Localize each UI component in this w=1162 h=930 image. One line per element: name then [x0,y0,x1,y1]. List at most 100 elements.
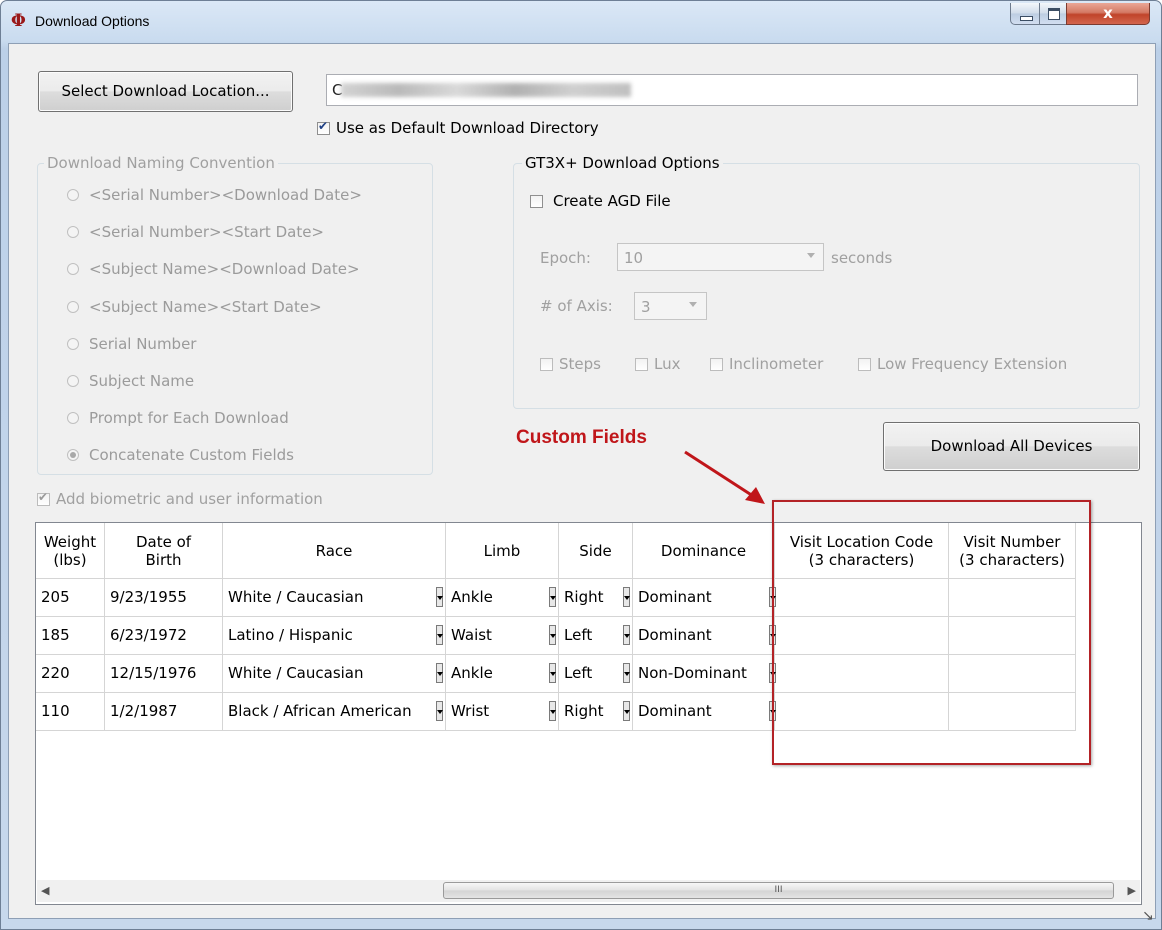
visit-number-cell[interactable] [949,579,1076,617]
column-header-weight[interactable]: Weight (lbs) [36,523,105,579]
download-all-devices-button[interactable]: Download All Devices [883,422,1140,471]
weight-cell[interactable]: 185 [36,617,105,655]
column-header-visit-location-code[interactable]: Visit Location Code (3 characters) [775,523,949,579]
visit-location-code-cell[interactable] [775,693,949,731]
column-header-side[interactable]: Side [559,523,633,579]
visit-number-cell[interactable] [949,693,1076,731]
visit-number-cell[interactable] [949,655,1076,693]
biometric-row[interactable]: Add biometric and user information [37,490,323,508]
limb-dropdown-icon[interactable] [549,587,556,607]
inclinometer-checkbox[interactable] [710,358,723,371]
resize-grip-icon[interactable]: ↘ [1142,908,1154,924]
column-header-dominance[interactable]: Dominance [633,523,775,579]
limb-dropdown-icon[interactable] [549,625,556,645]
naming-option[interactable]: Serial Number [67,335,196,353]
naming-option[interactable]: Subject Name [67,372,194,390]
side-dropdown-icon[interactable] [623,587,630,607]
race-dropdown-icon[interactable] [436,663,443,683]
naming-option[interactable]: <Subject Name><Download Date> [67,260,360,278]
visit-location-code-cell[interactable] [775,655,949,693]
naming-option[interactable]: <Subject Name><Start Date> [67,298,322,316]
create-agd-row[interactable]: Create AGD File [530,192,671,210]
radio-icon[interactable] [67,338,79,350]
side-cell[interactable]: Right [559,693,633,731]
use-default-directory-checkbox[interactable] [317,119,330,135]
subject-data-grid[interactable]: Weight (lbs) Date of Birth Race Limb Side … [35,522,1142,905]
download-location-input[interactable]: C [326,74,1138,106]
low-frequency-extension-checkbox[interactable] [858,358,871,371]
scroll-left-icon[interactable]: ◀ [41,884,55,898]
radio-icon[interactable] [67,412,79,424]
window: Φ Download Options x Select Download Loc… [0,0,1162,930]
dominance-cell[interactable]: Dominant [633,617,775,655]
race-dropdown-icon[interactable] [436,701,443,721]
scroll-right-icon[interactable]: ▶ [1122,884,1136,898]
radio-icon[interactable] [67,375,79,387]
axis-select[interactable]: 3 [634,292,707,320]
limb-dropdown-icon[interactable] [549,663,556,683]
naming-option-selected[interactable]: Concatenate Custom Fields [67,446,294,464]
naming-option[interactable]: <Serial Number><Start Date> [67,223,324,241]
race-cell[interactable]: White / Caucasian [223,655,446,693]
radio-icon[interactable] [67,263,79,275]
visit-number-cell[interactable] [949,617,1076,655]
dominance-cell[interactable]: Dominant [633,579,775,617]
scrollbar-thumb[interactable]: III [443,882,1114,899]
race-dropdown-icon[interactable] [436,587,443,607]
race-cell[interactable]: Black / African American [223,693,446,731]
side-cell[interactable]: Left [559,655,633,693]
side-dropdown-icon[interactable] [623,663,630,683]
use-default-directory-row[interactable]: Use as Default Download Directory [317,119,599,137]
column-header-limb[interactable]: Limb [446,523,559,579]
limb-dropdown-icon[interactable] [549,701,556,721]
epoch-select[interactable]: 10 [617,243,824,271]
lux-checkbox[interactable] [635,358,648,371]
biometric-checkbox[interactable] [37,490,50,506]
visit-location-code-cell[interactable] [775,579,949,617]
limb-cell[interactable]: Ankle [446,655,559,693]
race-cell[interactable]: Latino / Hispanic [223,617,446,655]
radio-icon[interactable] [67,301,79,313]
limb-cell[interactable]: Ankle [446,579,559,617]
select-download-location-button[interactable]: Select Download Location... [38,71,293,112]
side-cell[interactable]: Right [559,579,633,617]
dominance-cell[interactable]: Dominant [633,693,775,731]
naming-convention-legend: Download Naming Convention [44,154,278,172]
dominance-cell[interactable]: Non-Dominant [633,655,775,693]
maximize-button[interactable] [1039,3,1067,25]
create-agd-checkbox[interactable] [530,195,543,208]
weight-cell[interactable]: 110 [36,693,105,731]
weight-cell[interactable]: 220 [36,655,105,693]
column-header-race[interactable]: Race [223,523,446,579]
side-dropdown-icon[interactable] [623,701,630,721]
race-cell[interactable]: White / Caucasian [223,579,446,617]
radio-icon[interactable] [67,226,79,238]
column-header-visit-number[interactable]: Visit Number (3 characters) [949,523,1076,579]
steps-checkbox[interactable] [540,358,553,371]
naming-option[interactable]: Prompt for Each Download [67,409,289,427]
limb-cell[interactable]: Waist [446,617,559,655]
naming-option[interactable]: <Serial Number><Download Date> [67,186,362,204]
lux-option[interactable]: Lux [635,355,680,373]
radio-selected-icon[interactable] [67,449,79,461]
visit-location-code-cell[interactable] [775,617,949,655]
steps-option[interactable]: Steps [540,355,601,373]
inclinometer-option[interactable]: Inclinometer [710,355,823,373]
title-bar[interactable]: Φ Download Options x [1,1,1161,43]
chevron-down-icon [689,302,697,307]
minimize-button[interactable] [1010,3,1040,25]
radio-icon[interactable] [67,189,79,201]
low-frequency-extension-option[interactable]: Low Frequency Extension [858,355,1067,373]
dob-cell[interactable]: 6/23/1972 [105,617,223,655]
close-button[interactable]: x [1066,3,1150,25]
limb-cell[interactable]: Wrist [446,693,559,731]
side-dropdown-icon[interactable] [623,625,630,645]
weight-cell[interactable]: 205 [36,579,105,617]
horizontal-scrollbar[interactable]: ◀ III ▶ [37,880,1140,902]
side-cell[interactable]: Left [559,617,633,655]
dob-cell[interactable]: 12/15/1976 [105,655,223,693]
dob-cell[interactable]: 1/2/1987 [105,693,223,731]
race-dropdown-icon[interactable] [436,625,443,645]
column-header-date-of-birth[interactable]: Date of Birth [105,523,223,579]
dob-cell[interactable]: 9/23/1955 [105,579,223,617]
